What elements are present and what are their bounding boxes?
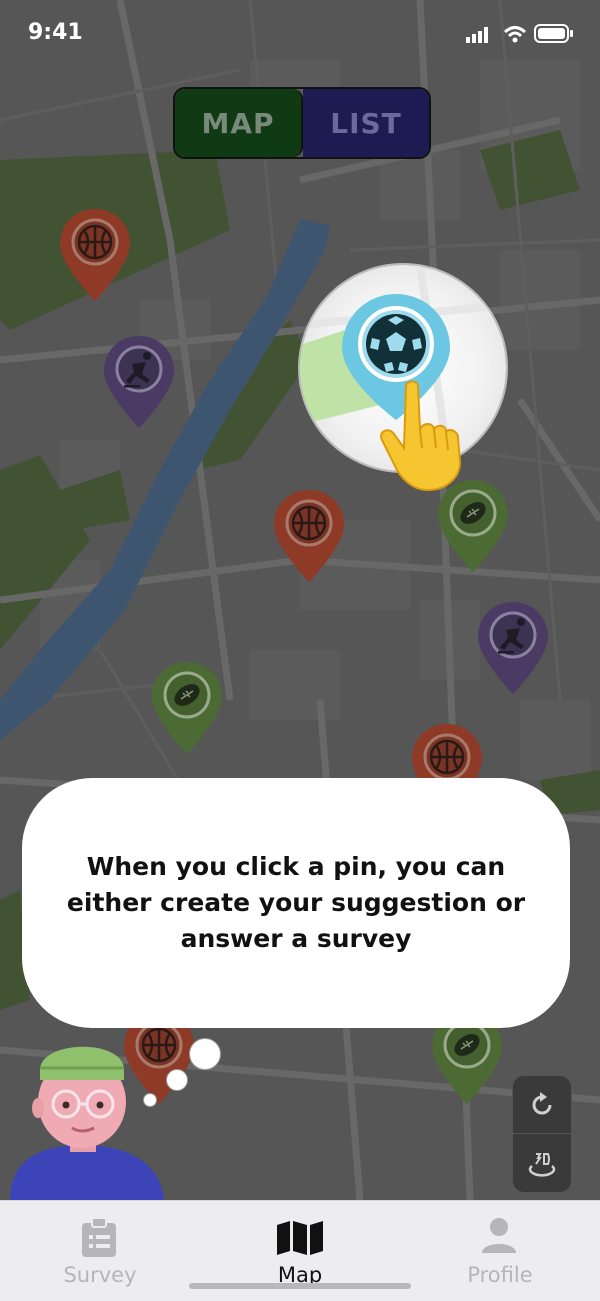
guide-avatar <box>10 1046 164 1200</box>
tooltip-text: When you click a pin, you can either cre… <box>66 852 526 953</box>
clipboard-icon <box>82 1217 116 1257</box>
skating-pin[interactable] <box>476 600 550 696</box>
person-icon <box>482 1218 516 1253</box>
list-toggle-button[interactable]: LIST <box>303 89 429 157</box>
thought-dot-large <box>189 1038 221 1070</box>
onboarding-tooltip: When you click a pin, you can either cre… <box>22 778 570 1028</box>
home-indicator <box>189 1283 411 1289</box>
basketball-icon <box>291 505 327 541</box>
football-pin[interactable] <box>436 478 510 574</box>
tab-survey-label: Survey <box>63 1263 137 1287</box>
map-toggle-button[interactable]: MAP <box>175 89 303 157</box>
tab-profile-label: Profile <box>467 1263 533 1287</box>
football-pin[interactable] <box>150 660 224 756</box>
view-toggle: MAP LIST <box>173 87 431 159</box>
controls-divider <box>513 1133 571 1134</box>
tapping-hand-icon <box>380 380 462 492</box>
refresh-icon[interactable] <box>528 1091 556 1119</box>
basketball-icon <box>429 739 465 775</box>
tab-survey[interactable]: Survey <box>0 1201 200 1301</box>
view-3d-icon[interactable] <box>526 1146 558 1178</box>
soccer-icon <box>366 314 426 374</box>
battery-icon <box>534 24 573 43</box>
tab-profile[interactable]: Profile <box>400 1201 600 1301</box>
status-bar: 9:41 <box>0 0 600 70</box>
map-icon <box>277 1221 323 1255</box>
wifi-icon <box>503 26 527 43</box>
basketball-icon <box>77 224 113 260</box>
skating-pin[interactable] <box>102 334 176 430</box>
basketball-pin[interactable] <box>272 488 346 584</box>
status-time: 9:41 <box>28 20 83 45</box>
basketball-pin[interactable] <box>58 207 132 303</box>
cellular-signal-icon <box>466 27 488 43</box>
map-controls <box>512 1075 572 1193</box>
